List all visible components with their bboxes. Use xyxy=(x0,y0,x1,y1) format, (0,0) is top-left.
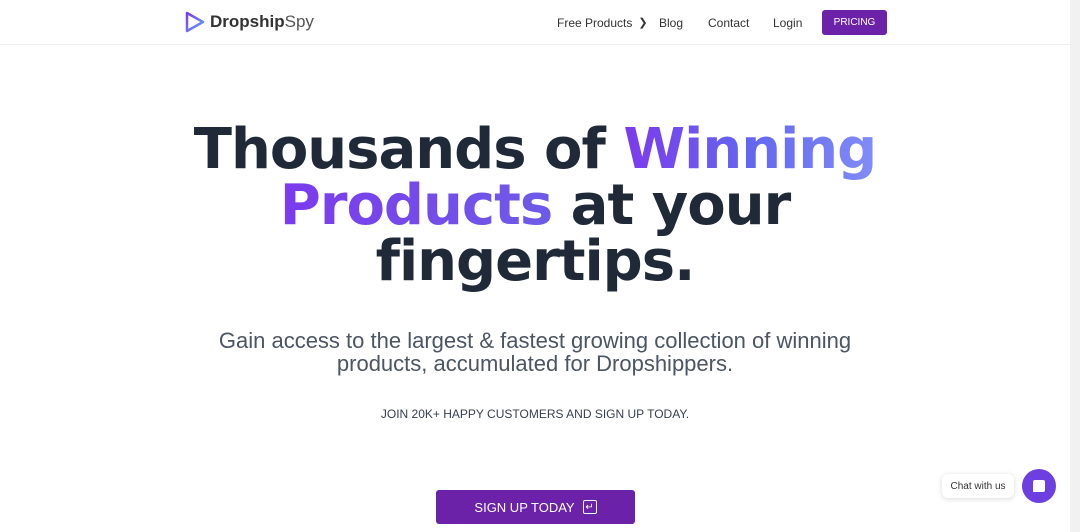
chat-bubble-icon xyxy=(1033,480,1045,492)
subtitle-line: Gain access to the largest & fastest gro… xyxy=(218,328,852,353)
brand-light: Spy xyxy=(284,12,314,31)
hero-title: Thousands of Winning Products at your fi… xyxy=(0,122,1070,290)
join-text: JOIN 20K+ HAPPY CUSTOMERS AND SIGN UP TO… xyxy=(380,407,690,421)
brand-bold: Dropship xyxy=(210,12,285,31)
nav-login[interactable]: Login xyxy=(773,0,802,45)
top-nav: Dropship Spy Free Products ❯ Blog Contact … xyxy=(0,0,1070,45)
nav-label: Free Products xyxy=(557,15,633,30)
nav-free-products[interactable]: Free Products ❯ xyxy=(557,0,648,45)
chat-label[interactable]: Chat with us xyxy=(942,474,1014,498)
play-logo-icon xyxy=(185,11,205,33)
title-text: fingertips. xyxy=(375,229,696,294)
scrollbar[interactable] xyxy=(1070,0,1080,532)
nav-contact[interactable]: Contact xyxy=(708,0,749,45)
logo[interactable]: Dropship Spy xyxy=(184,11,314,33)
chat-button[interactable] xyxy=(1022,469,1056,503)
cta-label: SIGN UP TODAY xyxy=(474,499,575,515)
nav-blog[interactable]: Blog xyxy=(659,0,683,45)
pricing-button[interactable]: PRICING xyxy=(822,10,887,35)
sign-up-button[interactable]: SIGN UP TODAY ↵ xyxy=(436,490,635,524)
subtitle-line: products, accumulated for Dropshippers. xyxy=(336,351,734,376)
enter-icon: ↵ xyxy=(582,500,597,514)
hero-subtitle: Gain access to the largest & fastest gro… xyxy=(0,329,1070,375)
chevron-down-icon: ❯ xyxy=(638,17,648,29)
